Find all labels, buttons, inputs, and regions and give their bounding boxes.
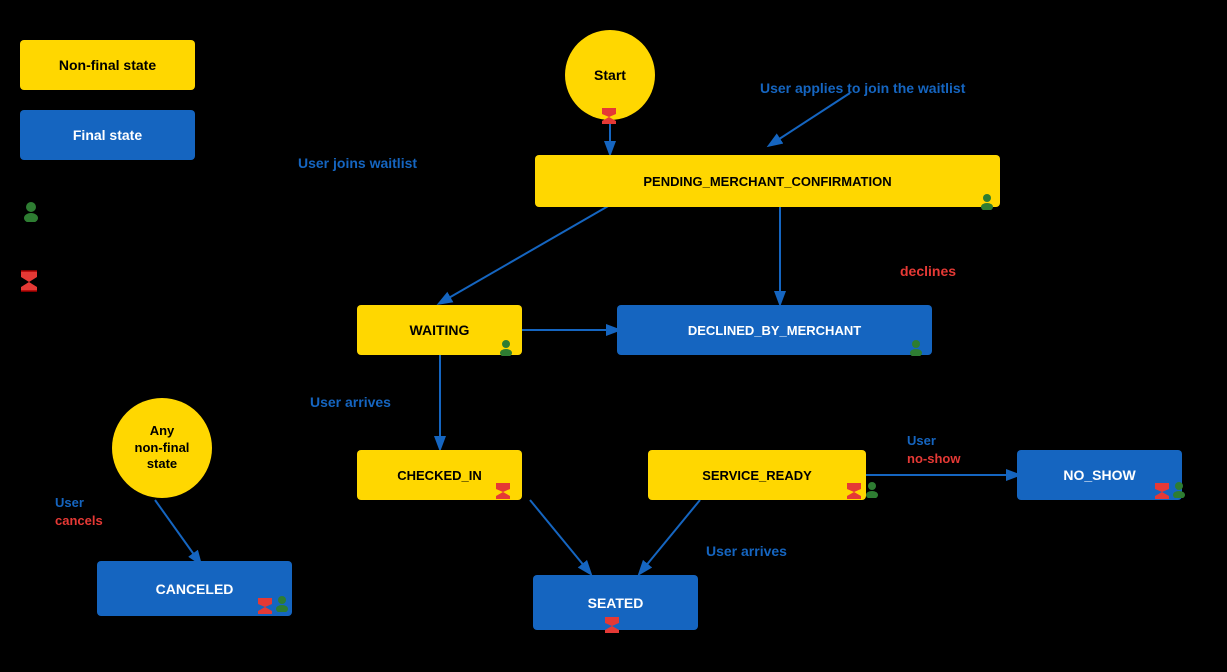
state-pending: PENDING_MERCHANT_CONFIRMATION bbox=[535, 155, 1000, 207]
legend-hourglass-icon bbox=[20, 270, 38, 297]
canceled-person bbox=[273, 594, 291, 617]
legend-person-icon bbox=[20, 200, 42, 227]
label-user-cancels: User cancels bbox=[55, 494, 103, 530]
waiting-person bbox=[497, 338, 515, 361]
state-service-ready-label: SERVICE_READY bbox=[702, 468, 812, 483]
state-any-non-final-label: Anynon-finalstate bbox=[135, 423, 190, 474]
legend-non-final-box: Non-final state bbox=[20, 40, 195, 90]
label-user-applies: User applies to join the waitlist bbox=[760, 80, 965, 96]
start-hourglass bbox=[602, 108, 616, 129]
state-start-label: Start bbox=[594, 67, 626, 83]
state-service-ready: SERVICE_READY bbox=[648, 450, 866, 500]
legend-final-box: Final state bbox=[20, 110, 195, 160]
no-show-hourglass bbox=[1155, 483, 1169, 504]
state-waiting-label: WAITING bbox=[410, 322, 470, 338]
no-show-person bbox=[1170, 480, 1188, 503]
state-start: Start bbox=[565, 30, 655, 120]
state-declined: DECLINED_BY_MERCHANT bbox=[617, 305, 932, 355]
state-no-show-label: NO_SHOW bbox=[1063, 467, 1135, 483]
label-user-joins: User joins waitlist bbox=[298, 155, 417, 171]
label-user-arrives-2: User arrives bbox=[706, 543, 787, 559]
state-seated-label: SEATED bbox=[588, 595, 644, 611]
legend-non-final-label: Non-final state bbox=[59, 57, 156, 73]
declined-person bbox=[907, 338, 925, 361]
state-any-non-final: Anynon-finalstate bbox=[112, 398, 212, 498]
legend-final-label: Final state bbox=[73, 127, 142, 143]
state-checked-in-label: CHECKED_IN bbox=[397, 468, 482, 483]
state-canceled-label: CANCELED bbox=[156, 581, 234, 597]
label-user-no-show: User no-show bbox=[907, 432, 960, 468]
state-pending-label: PENDING_MERCHANT_CONFIRMATION bbox=[643, 174, 891, 189]
state-declined-label: DECLINED_BY_MERCHANT bbox=[688, 323, 861, 338]
label-user-arrives-1: User arrives bbox=[310, 394, 391, 410]
checked-in-hourglass bbox=[496, 483, 510, 504]
service-ready-person bbox=[863, 480, 881, 503]
canceled-hourglass bbox=[258, 598, 272, 619]
label-declines: declines bbox=[900, 263, 956, 279]
service-ready-hourglass bbox=[847, 483, 861, 504]
seated-hourglass bbox=[605, 617, 619, 638]
pending-person bbox=[978, 192, 996, 215]
